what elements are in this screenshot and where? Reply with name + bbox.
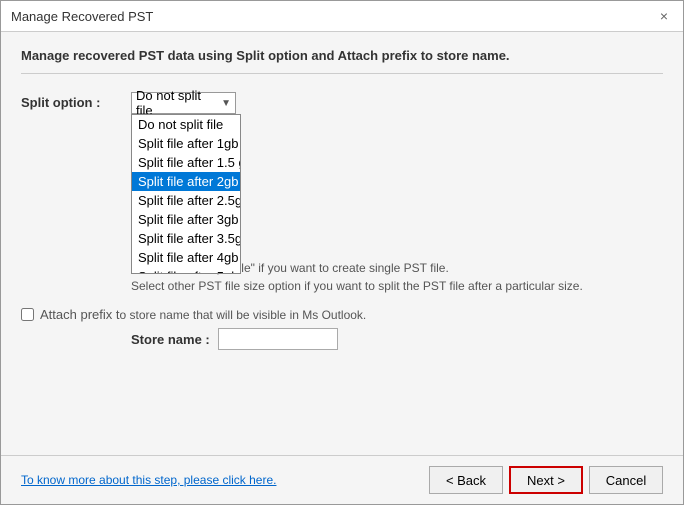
store-name-label: Store name : [131,332,210,347]
split-option-row: Split option : Do not split file ▼ Do no… [21,92,663,114]
dropdown-item-4[interactable]: Split file after 2.5gb [132,191,240,210]
close-button[interactable]: × [655,7,673,25]
dropdown-item-7[interactable]: Split file after 4gb [132,248,240,267]
split-select-display[interactable]: Do not split file ▼ [131,92,236,114]
content-area: Manage recovered PST data using Split op… [1,32,683,455]
dropdown-item-5[interactable]: Split file after 3gb [132,210,240,229]
attach-prefix-checkbox[interactable] [21,308,34,321]
dropdown-item-1[interactable]: Split file after 1gb [132,134,240,153]
dropdown-item-2[interactable]: Split file after 1.5 gb [132,153,240,172]
cancel-button[interactable]: Cancel [589,466,663,494]
next-button[interactable]: Next > [509,466,583,494]
attach-prefix-label: Attach prefix to store name that will be… [40,307,366,322]
split-option-label: Split option : [21,92,131,110]
know-more-link[interactable]: To know more about this step, please cli… [21,473,276,487]
bottom-bar: To know more about this step, please cli… [1,455,683,504]
dropdown-item-3[interactable]: Split file after 2gb [132,172,240,191]
attach-prefix-row: Attach prefix to store name that will be… [21,307,663,322]
split-dropdown-container: Do not split file ▼ Do not split file Sp… [131,92,236,114]
main-window: Manage Recovered PST × Manage recovered … [0,0,684,505]
store-name-input[interactable] [218,328,338,350]
split-info-line2: Select other PST file size option if you… [131,277,663,295]
nav-buttons: < Back Next > Cancel [429,466,663,494]
store-name-row: Store name : [131,328,663,350]
dropdown-arrow-icon: ▼ [221,98,231,109]
dropdown-item-0[interactable]: Do not split file [132,115,240,134]
split-dropdown-list[interactable]: Do not split file Split file after 1gb S… [131,114,241,274]
dropdown-item-8[interactable]: Split file after 5gb [132,267,240,274]
back-button[interactable]: < Back [429,466,503,494]
window-title: Manage Recovered PST [11,9,153,24]
title-bar: Manage Recovered PST × [1,1,683,32]
header-description: Manage recovered PST data using Split op… [21,48,663,74]
dropdown-item-6[interactable]: Split file after 3.5gb [132,229,240,248]
